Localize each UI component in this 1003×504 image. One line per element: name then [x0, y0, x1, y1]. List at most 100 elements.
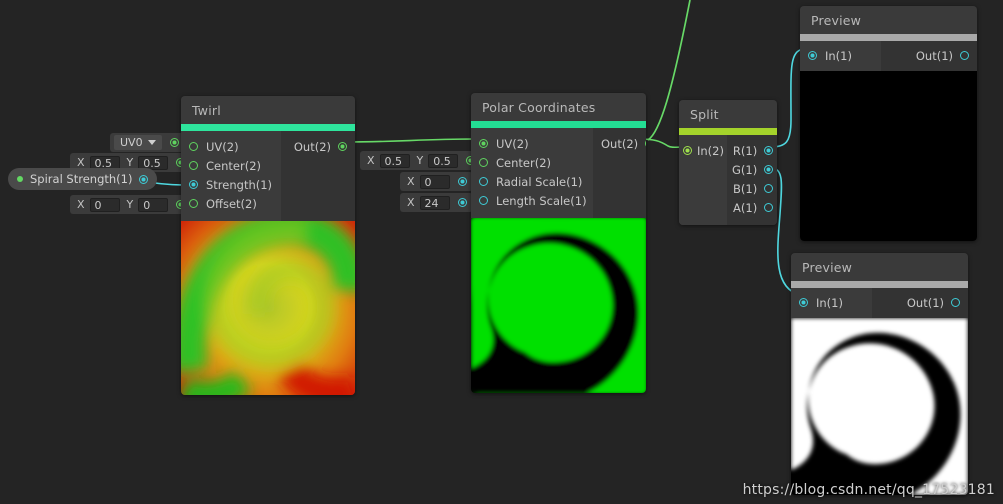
port-twirl-uv-label: UV(2): [206, 139, 239, 154]
property-label: Spiral Strength(1): [30, 172, 133, 186]
twirl-offset-widget[interactable]: X 0 Y 0: [70, 195, 192, 214]
port-preview-bottom-out-label: Out(1): [906, 295, 944, 310]
chevron-down-icon: [147, 140, 156, 145]
offset-x-label: X: [77, 198, 85, 211]
node-split-accent: [679, 128, 777, 135]
node-polar-accent: [471, 121, 646, 128]
port-twirl-strength-label: Strength(1): [206, 177, 273, 192]
port-polar-radial-dot[interactable]: [479, 177, 488, 186]
length-x-field[interactable]: 24: [419, 195, 450, 210]
port-twirl-out[interactable]: Out(2): [281, 137, 355, 156]
port-polar-out-label: Out(2): [601, 136, 639, 151]
property-output-port[interactable]: [139, 174, 149, 184]
offset-y-label: Y: [126, 198, 134, 211]
polar-center-x-field[interactable]: 0.5: [379, 153, 410, 168]
node-split[interactable]: Split In(2) R(1) G(1) B(1) A(1): [679, 100, 777, 225]
node-preview-top-accent: [800, 34, 977, 41]
offset-y-field[interactable]: 0: [138, 197, 169, 212]
port-polar-length-dot[interactable]: [479, 196, 488, 205]
port-split-g[interactable]: G(1): [727, 160, 777, 179]
port-split-a-dot[interactable]: [764, 203, 774, 212]
port-split-in-dot[interactable]: [683, 146, 692, 155]
port-preview-top-in[interactable]: In(1): [800, 46, 881, 65]
port-split-b[interactable]: B(1): [727, 179, 777, 198]
preview-top-thumbnail: [800, 71, 977, 241]
node-split-title: Split: [679, 100, 777, 128]
port-split-g-dot[interactable]: [764, 165, 774, 174]
port-preview-top-in-dot[interactable]: [808, 51, 817, 60]
port-split-r-dot[interactable]: [764, 146, 774, 155]
node-preview-bottom-title: Preview: [791, 253, 968, 281]
twirl-uv-widget-port[interactable]: [169, 138, 179, 147]
node-twirl-title: Twirl: [181, 96, 355, 124]
port-polar-out-dot[interactable]: [645, 139, 646, 148]
port-split-g-label: G(1): [732, 162, 758, 177]
port-twirl-offset[interactable]: Offset(2): [181, 194, 281, 213]
port-split-r[interactable]: R(1): [727, 141, 777, 160]
polar-length-scale-widget[interactable]: X 24: [400, 193, 473, 212]
port-preview-bottom-out[interactable]: Out(1): [872, 293, 968, 312]
node-twirl[interactable]: Twirl UV(2) Center(2) Strength(1) Offset…: [181, 96, 355, 395]
property-spiral-strength[interactable]: Spiral Strength(1): [8, 168, 158, 190]
uv-channel-dropdown[interactable]: UV0: [114, 135, 162, 150]
radial-x-label: X: [407, 175, 415, 188]
port-polar-out[interactable]: Out(2): [593, 134, 646, 153]
port-split-b-label: B(1): [733, 181, 758, 196]
polar-center-y-label: Y: [416, 154, 424, 167]
preview-bottom-thumbnail: [791, 318, 968, 495]
port-twirl-strength-dot[interactable]: [189, 180, 198, 189]
polar-center-y-field[interactable]: 0.5: [428, 153, 459, 168]
port-twirl-offset-dot[interactable]: [189, 199, 198, 208]
port-twirl-uv-dot[interactable]: [189, 142, 198, 151]
polar-length-widget-port[interactable]: [457, 198, 467, 207]
node-twirl-accent: [181, 124, 355, 131]
port-twirl-center-label: Center(2): [206, 158, 261, 173]
length-x-label: X: [407, 196, 415, 209]
port-polar-uv-dot[interactable]: [479, 139, 488, 148]
port-twirl-center-dot[interactable]: [189, 161, 198, 170]
polar-radial-scale-widget[interactable]: X 0: [400, 172, 473, 191]
node-preview-bottom[interactable]: Preview In(1) Out(1): [791, 253, 968, 495]
twirl-uv-widget[interactable]: UV0: [110, 133, 185, 152]
port-split-in[interactable]: In(2): [679, 141, 727, 160]
port-preview-bottom-in[interactable]: In(1): [791, 293, 872, 312]
offset-x-field[interactable]: 0: [89, 197, 120, 212]
twirl-preview-thumbnail: [181, 221, 355, 395]
port-polar-center-label: Center(2): [496, 155, 551, 170]
port-split-a[interactable]: A(1): [727, 198, 777, 217]
port-split-r-label: R(1): [732, 143, 758, 158]
port-polar-uv-label: UV(2): [496, 136, 529, 151]
port-preview-bottom-in-dot[interactable]: [799, 298, 808, 307]
node-preview-bottom-accent: [791, 281, 968, 288]
port-polar-radial-scale[interactable]: Radial Scale(1): [471, 172, 593, 191]
port-twirl-uv[interactable]: UV(2): [181, 137, 281, 156]
port-preview-top-out-dot[interactable]: [960, 51, 969, 60]
port-twirl-out-dot[interactable]: [338, 142, 347, 151]
port-polar-length-label: Length Scale(1): [496, 193, 587, 208]
port-polar-center[interactable]: Center(2): [471, 153, 593, 172]
port-preview-top-in-label: In(1): [825, 48, 852, 63]
watermark-url: https://blog.csdn.net/qq_17523181: [742, 482, 995, 498]
node-polar-title: Polar Coordinates: [471, 93, 646, 121]
node-polar-coordinates[interactable]: Polar Coordinates UV(2) Center(2) Radial…: [471, 93, 646, 393]
polar-radial-widget-port[interactable]: [457, 177, 467, 186]
port-polar-radial-label: Radial Scale(1): [496, 174, 583, 189]
polar-center-widget[interactable]: X 0.5 Y 0.5: [360, 151, 482, 170]
port-split-in-label: In(2): [697, 143, 724, 158]
port-polar-uv[interactable]: UV(2): [471, 134, 593, 153]
shader-graph-canvas[interactable]: UV0 X 0.5 Y 0.5 X 0 Y 0 Spiral Strength(…: [0, 0, 1003, 504]
node-preview-top[interactable]: Preview In(1) Out(1): [800, 6, 977, 241]
port-polar-center-dot[interactable]: [479, 158, 488, 167]
radial-x-field[interactable]: 0: [419, 174, 450, 189]
port-twirl-strength[interactable]: Strength(1): [181, 175, 281, 194]
port-twirl-offset-label: Offset(2): [206, 196, 257, 211]
port-preview-top-out[interactable]: Out(1): [881, 46, 977, 65]
polar-preview-thumbnail: [471, 218, 646, 393]
port-twirl-center[interactable]: Center(2): [181, 156, 281, 175]
node-preview-top-title: Preview: [800, 6, 977, 34]
port-polar-length-scale[interactable]: Length Scale(1): [471, 191, 593, 210]
port-split-b-dot[interactable]: [764, 184, 774, 193]
port-preview-top-out-label: Out(1): [915, 48, 953, 63]
port-preview-bottom-out-dot[interactable]: [951, 298, 960, 307]
port-twirl-out-label: Out(2): [293, 139, 331, 154]
